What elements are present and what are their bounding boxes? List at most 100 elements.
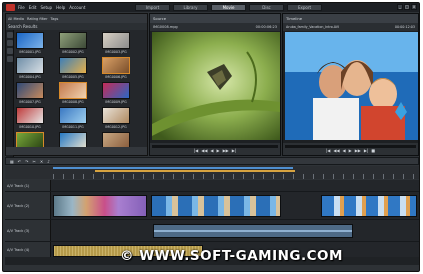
library-thumbnail[interactable]: IMG0004.JPG bbox=[16, 57, 44, 80]
thumbnail-image bbox=[59, 107, 87, 124]
step-back-icon[interactable]: ◀ bbox=[210, 148, 213, 153]
watermark: © WWW.SOFT-GAMING.COM bbox=[120, 248, 343, 264]
source-buttons: |◀ ◀◀ ◀ ▶ ▶▶ ▶| bbox=[150, 148, 280, 153]
tab-import[interactable]: Import bbox=[135, 4, 170, 11]
menu-setup[interactable]: Setup bbox=[40, 5, 52, 10]
library-thumbnail[interactable]: IMG0003.JPG bbox=[102, 32, 130, 55]
library-footer bbox=[6, 147, 147, 155]
thumbnail-image bbox=[16, 82, 44, 99]
title-bar: File Edit Setup Help Account Import Libr… bbox=[3, 3, 419, 12]
timeline-buttons: |◀ ◀◀ ◀ ▶ ▶▶ ▶| ■ bbox=[283, 148, 418, 153]
rewind-icon[interactable]: ◀◀ bbox=[201, 148, 207, 153]
razor-icon[interactable]: ✂ bbox=[33, 159, 36, 164]
timeline-transport: |◀ ◀◀ ◀ ▶ ▶▶ ▶| ■ bbox=[283, 143, 418, 155]
source-clip-name: IMG0008.mpg bbox=[153, 25, 178, 29]
library-thumbnail[interactable]: IMG0002.JPG bbox=[59, 32, 87, 55]
collection-selector[interactable]: All Media bbox=[8, 17, 24, 21]
source-player-header: Source bbox=[150, 14, 280, 23]
library-subbar: Search Results bbox=[6, 23, 147, 30]
navigator-audio-stripe bbox=[95, 170, 295, 172]
storyboard-icon[interactable]: ▦ bbox=[10, 159, 14, 164]
tree-node[interactable] bbox=[7, 32, 13, 38]
library-thumbnail[interactable]: IMG0007.JPG bbox=[16, 82, 44, 105]
timeline-clip-bar: Aruba_family_Vacation_Intro.AVI 00:00:12… bbox=[283, 23, 418, 31]
minimize-button[interactable]: _ bbox=[397, 4, 403, 10]
stop-icon[interactable]: ■ bbox=[371, 148, 375, 153]
source-transport: |◀ ◀◀ ◀ ▶ ▶▶ ▶| bbox=[150, 143, 280, 155]
rewind-icon[interactable]: ◀◀ bbox=[333, 148, 339, 153]
thumbnail-caption: IMG0011.JPG bbox=[62, 125, 84, 129]
source-preview-image bbox=[152, 32, 280, 140]
thumbnail-image bbox=[59, 82, 87, 99]
undo-icon[interactable]: ↶ bbox=[18, 159, 21, 164]
video-clip[interactable] bbox=[321, 195, 417, 217]
source-player-title: Source bbox=[153, 16, 167, 21]
redo-icon[interactable]: ↷ bbox=[25, 159, 28, 164]
tab-library[interactable]: Library bbox=[173, 4, 208, 11]
video-clip[interactable] bbox=[151, 195, 281, 217]
search-results-label: Search Results bbox=[8, 24, 38, 29]
library-thumbnail[interactable]: IMG0009.JPG bbox=[102, 82, 130, 105]
go-start-icon[interactable]: |◀ bbox=[326, 148, 330, 153]
audio-clip[interactable] bbox=[153, 224, 353, 238]
maximize-button[interactable]: □ bbox=[404, 4, 410, 10]
timeline-ruler[interactable] bbox=[5, 166, 419, 179]
track-row: A/V Track (1) bbox=[5, 180, 419, 192]
track-label: A/V Track (1) bbox=[7, 184, 30, 188]
thumbnail-caption: IMG0003.JPG bbox=[105, 50, 127, 54]
fast-forward-icon[interactable]: ▶▶ bbox=[355, 148, 361, 153]
fast-forward-icon[interactable]: ▶▶ bbox=[223, 148, 229, 153]
go-end-icon[interactable]: ▶| bbox=[232, 148, 236, 153]
library-panel: All Media Rating filter Tags Search Resu… bbox=[5, 13, 148, 157]
navigator-video-stripe bbox=[53, 167, 293, 169]
library-thumbnail[interactable]: IMG0011.JPG bbox=[59, 107, 87, 130]
source-clip-bar: IMG0008.mpg 00:00:06:23 bbox=[150, 23, 280, 31]
tab-disc[interactable]: Disc bbox=[249, 4, 284, 11]
volume-icon[interactable]: ♪ bbox=[47, 159, 50, 164]
library-thumbnail[interactable]: IMG0012.JPG bbox=[102, 107, 130, 130]
menu-account[interactable]: Account bbox=[69, 5, 85, 10]
tree-node[interactable] bbox=[7, 40, 13, 46]
thumbnail-image bbox=[59, 57, 87, 74]
thumbnail-caption: IMG0012.JPG bbox=[105, 125, 127, 129]
thumbnail-caption: IMG0007.JPG bbox=[19, 100, 41, 104]
close-button[interactable]: x bbox=[411, 4, 417, 10]
track-row: A/V Track (2) bbox=[5, 192, 419, 220]
menu-edit[interactable]: Edit bbox=[29, 5, 37, 10]
app-window: File Edit Setup Help Account Import Libr… bbox=[2, 2, 420, 272]
tree-node[interactable] bbox=[7, 48, 13, 54]
library-thumbnail[interactable]: IMG0010.JPG bbox=[16, 107, 44, 130]
tags-button[interactable]: Tags bbox=[51, 17, 59, 21]
thumbnail-image bbox=[102, 32, 130, 49]
tab-export[interactable]: Export bbox=[287, 4, 322, 11]
rating-filter[interactable]: Rating filter bbox=[27, 17, 48, 21]
thumbnail-caption: IMG0008.JPG bbox=[62, 100, 84, 104]
delete-icon[interactable]: ✕ bbox=[40, 159, 43, 164]
go-start-icon[interactable]: |◀ bbox=[194, 148, 198, 153]
play-icon[interactable]: ▶ bbox=[349, 148, 352, 153]
timeline-toolbar: ▦ ↶ ↷ ✂ ✕ ♪ bbox=[5, 157, 419, 165]
thumbnail-image bbox=[102, 57, 130, 74]
menu-help[interactable]: Help bbox=[56, 5, 65, 10]
menu-file[interactable]: File bbox=[18, 5, 25, 10]
thumbnail-caption: IMG0004.JPG bbox=[19, 75, 41, 79]
thumbnail-image bbox=[102, 82, 130, 99]
timeline-clip-name: Aruba_family_Vacation_Intro.AVI bbox=[286, 25, 340, 29]
step-back-icon[interactable]: ◀ bbox=[343, 148, 346, 153]
thumbnail-image bbox=[16, 32, 44, 49]
library-thumbnail[interactable]: IMG0001.JPG bbox=[16, 32, 44, 55]
thumbnail-caption: IMG0005.JPG bbox=[62, 75, 84, 79]
mode-tabs: Import Library Movie Disc Export bbox=[135, 4, 322, 11]
library-thumbnail[interactable]: IMG0006.JPG bbox=[102, 57, 130, 80]
tree-node[interactable] bbox=[7, 56, 13, 62]
timeline-preview-image bbox=[285, 32, 418, 140]
video-clip[interactable] bbox=[53, 195, 147, 217]
go-end-icon[interactable]: ▶| bbox=[364, 148, 368, 153]
library-thumbnail[interactable]: IMG0008.JPG bbox=[59, 82, 87, 105]
app-logo bbox=[6, 4, 15, 11]
ruler-ticks bbox=[53, 174, 419, 179]
tab-movie[interactable]: Movie bbox=[211, 4, 246, 11]
play-icon[interactable]: ▶ bbox=[217, 148, 220, 153]
thumbnail-caption: IMG0006.JPG bbox=[105, 75, 127, 79]
library-thumbnail[interactable]: IMG0005.JPG bbox=[59, 57, 87, 80]
